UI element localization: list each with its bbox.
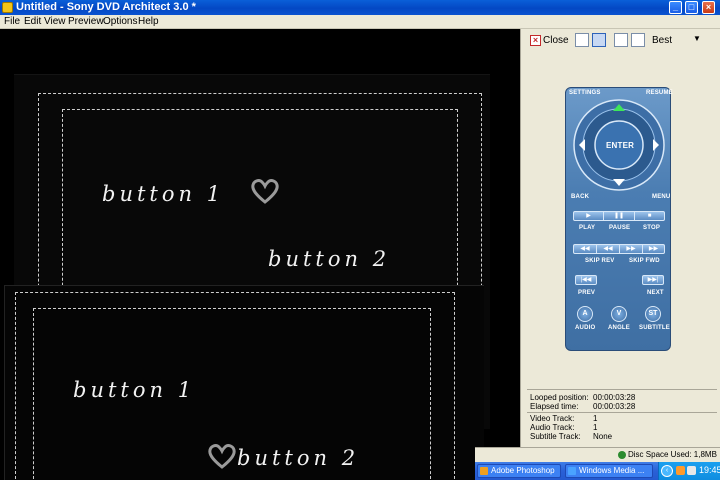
taskbar: Adobe Photoshop Windows Media ... ‹ 19:4… [475, 462, 720, 480]
settings-button[interactable]: SETTINGS [569, 90, 601, 96]
subtitle-track-label: Subtitle Track: [530, 432, 581, 441]
quality-select[interactable]: Best [652, 35, 672, 46]
taskbar-photoshop[interactable]: Adobe Photoshop [477, 464, 561, 478]
stop-label: STOP [643, 225, 661, 231]
menu-canvas[interactable]: button 1 button 2 button 1 button 2 [0, 29, 520, 480]
fast-forward-icon[interactable]: ▶▶ [643, 245, 664, 253]
status-bar: Disc Space Used: 1,8MB [475, 447, 720, 462]
enter-button[interactable]: ENTER [606, 141, 634, 150]
close-window-button[interactable]: × [702, 1, 715, 14]
menu-file[interactable]: File [4, 16, 20, 27]
info-separator [527, 412, 717, 413]
back-button[interactable]: BACK [571, 194, 589, 200]
rewind-icon[interactable]: ◀◀ [574, 245, 597, 253]
maximize-button[interactable]: □ [685, 1, 698, 14]
disc-icon [618, 451, 626, 459]
pause-icon[interactable]: ❚❚ [604, 212, 635, 220]
angle-button[interactable]: V [611, 306, 627, 322]
app-window: Untitled - Sony DVD Architect 3.0 * _ □ … [0, 0, 720, 480]
menu-options[interactable]: Options [103, 16, 137, 27]
resume-button[interactable]: RESUME [646, 90, 673, 96]
looped-position-label: Looped position: [530, 393, 589, 402]
prev-label: PREV [578, 290, 596, 296]
media-player-icon [568, 467, 576, 475]
system-tray: ‹ 19:45 [658, 462, 720, 480]
taskbar-media-player-label: Windows Media ... [579, 466, 645, 475]
tray-expand-icon[interactable]: ‹ [661, 465, 673, 477]
menu-button[interactable]: MENU [652, 194, 670, 200]
preview-panel: × Close Best ▼ SETTINGS RESUME ENTER BAC… [520, 29, 720, 447]
dvd-remote: SETTINGS RESUME ENTER BACK MENU ▶ ❚❚ ■ P… [565, 87, 673, 351]
menu-button-2-front[interactable]: button 2 [237, 446, 359, 470]
menu-view[interactable]: View [44, 16, 66, 27]
chevron-down-icon[interactable]: ▼ [693, 34, 701, 43]
skip-fwd-label: SKIP FWD [629, 258, 660, 264]
skip-rev-label: SKIP REV [585, 258, 615, 264]
taskbar-media-player[interactable]: Windows Media ... [565, 464, 653, 478]
heart-icon [251, 179, 279, 204]
volume-icon[interactable] [687, 466, 696, 475]
overlay-icon[interactable] [631, 33, 645, 47]
elapsed-time-value: 00:00:03:28 [593, 402, 636, 411]
skip-bar: ◀◀ ◀◀ ▶▶ ▶▶ [573, 244, 665, 254]
menu-edit[interactable]: Edit [24, 16, 41, 27]
heart-icon-front [208, 444, 236, 469]
transport-bar: ▶ ❚❚ ■ [573, 211, 665, 221]
next-chapter-icon[interactable]: ▶▶| [642, 275, 664, 285]
taskbar-photoshop-label: Adobe Photoshop [491, 466, 555, 475]
photoshop-icon [480, 467, 488, 475]
tray-app-icon[interactable] [676, 466, 685, 475]
title-bar[interactable]: Untitled - Sony DVD Architect 3.0 * _ □ … [0, 0, 720, 15]
audio-track-label: Audio Track: [530, 423, 575, 432]
audio-label: AUDIO [575, 325, 596, 331]
subtitle-button[interactable]: ST [645, 306, 661, 322]
info-separator-top [527, 389, 717, 390]
clock[interactable]: 19:45 [699, 465, 720, 475]
angle-label: ANGLE [608, 325, 630, 331]
elapsed-time-label: Elapsed time: [530, 402, 579, 411]
menu-help[interactable]: Help [138, 16, 159, 27]
next-label: NEXT [647, 290, 664, 296]
stop-icon[interactable]: ■ [635, 212, 664, 220]
subtitle-track-value: None [593, 432, 613, 441]
safe-area-icon[interactable] [614, 33, 628, 47]
audio-button[interactable]: A [577, 306, 593, 322]
menu-bar: File Edit View Preview Options Help [0, 15, 720, 29]
play-label: PLAY [579, 225, 596, 231]
looped-position-value: 00:00:03:28 [593, 393, 636, 402]
fit-view-icon[interactable] [592, 33, 606, 47]
menu-button-1[interactable]: button 1 [102, 182, 224, 206]
subtitle-label: SUBTITLE [639, 325, 670, 331]
close-icon[interactable]: × [530, 35, 541, 46]
video-track-value: 1 [593, 414, 598, 423]
window-title: Untitled - Sony DVD Architect 3.0 * [16, 1, 196, 13]
close-preview-button[interactable]: Close [543, 35, 569, 46]
skip-forward-icon[interactable]: ▶▶ [620, 245, 643, 253]
disc-space-status: Disc Space Used: 1,8MB [628, 450, 717, 459]
video-track-label: Video Track: [530, 414, 575, 423]
menu-preview[interactable]: Preview [68, 16, 104, 27]
minimize-button[interactable]: _ [669, 1, 682, 14]
skip-back-icon[interactable]: ◀◀ [597, 245, 620, 253]
menu-button-2[interactable]: button 2 [268, 247, 390, 271]
menu-page-front[interactable]: button 1 button 2 [4, 285, 484, 480]
audio-track-value: 1 [593, 423, 598, 432]
prev-chapter-icon[interactable]: |◀◀ [575, 275, 597, 285]
monitor-icon[interactable] [575, 33, 589, 47]
pause-label: PAUSE [609, 225, 631, 231]
app-icon [2, 2, 13, 13]
play-icon[interactable]: ▶ [574, 212, 604, 220]
menu-button-1-front[interactable]: button 1 [73, 378, 195, 402]
